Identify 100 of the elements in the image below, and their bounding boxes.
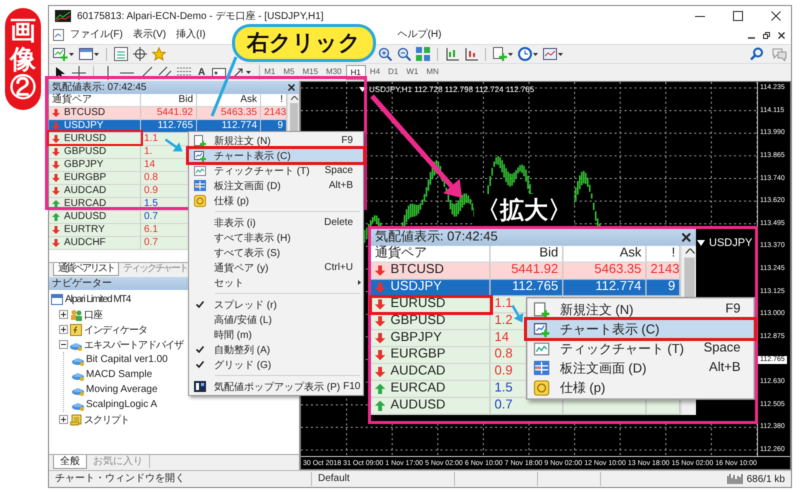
expand-icon[interactable] [59,310,68,319]
menu-item[interactable]: 表示(V) [128,27,172,43]
column-header[interactable]: Ask [563,246,647,262]
tab[interactable]: 通貨ペアリスト [53,263,119,276]
window-icon[interactable] [79,48,93,60]
zoom-label: 〈拡大〉 [474,194,574,226]
tree-item[interactable]: スクリプト [59,412,129,427]
tab[interactable]: 全般 [53,455,87,469]
tree-item[interactable]: 口座 [59,307,102,322]
scroll-icon [70,414,82,426]
chart-template-icon[interactable] [543,47,557,61]
column-header[interactable]: Bid [141,94,197,106]
close-icon[interactable] [778,32,785,38]
table-row[interactable]: USDJPY 112.765 112.774 9 [371,280,680,297]
timeframe-button[interactable]: D1 [384,65,402,80]
document-chart-icon[interactable] [53,29,65,41]
tree-item[interactable]: Bit Capital ver1.00 [72,352,168,367]
expand-icon[interactable] [59,415,68,424]
symbol-text: BTCUSD [390,262,444,278]
scroll-up-icon[interactable] [290,96,298,100]
shortcut-text: Ctrl+U [324,262,353,273]
table-grid-icon [534,360,550,376]
menu-item[interactable]: チャート表示 (C) [527,319,754,339]
caret-icon[interactable] [69,52,74,56]
tree-item[interactable]: MACD Sample [72,367,152,382]
document-plus-icon[interactable] [493,47,507,61]
column-header[interactable]: Ask [197,94,261,106]
text-tool-button[interactable]: A [196,67,208,78]
line-chart-icon [194,164,206,176]
column-header[interactable]: 通貨ペア [49,94,141,106]
zoom-in-icon[interactable] [378,47,392,61]
caret-icon[interactable] [533,52,538,56]
symbol-text: EURUSD [64,133,106,145]
menu-item[interactable]: 気配値ポップアップ表示 (P) F10 [189,379,363,394]
menu-item[interactable]: 時間 (m) [189,327,363,342]
panel-title: ナビゲーター [52,277,112,290]
timeframe-button[interactable]: M5 [279,65,298,80]
bar-chart-icon[interactable] [464,47,478,61]
panel-title: 気配値表示: 07:42:45 [374,229,498,246]
section-badge: 画像② [5,8,41,110]
symbol-text: AUDCHF [64,237,106,249]
menu-item[interactable]: ファイル(F) [65,27,128,43]
window-title: 60175813: Alpari-ECN-Demo - デモ口座 - [USDJPY,H1] [77,10,324,23]
table-cell: 5463.35 [197,107,261,119]
scroll-up-icon[interactable] [684,248,694,254]
tree-item[interactable]: Alpari Limited MT4 [51,292,130,307]
new-chart-icon[interactable] [53,47,68,61]
expand-icon[interactable] [59,325,68,334]
menu-item[interactable]: 通貨ペア (y) Ctrl+U [189,260,363,275]
menu-item[interactable]: 高値/安値 (L) [189,312,363,327]
caret-icon[interactable] [94,52,99,56]
symbol-text: AUDCAD [390,364,446,380]
table-cell: 5463.35 [563,262,647,278]
triangle-down-icon[interactable] [359,87,366,92]
timeframe-button[interactable]: W1 [402,65,422,80]
caret-icon[interactable] [508,52,513,56]
timeframe-button[interactable]: H4 [366,65,384,80]
crosshair-icon[interactable] [72,66,86,80]
crosshair-icon[interactable] [133,47,147,61]
close-icon[interactable] [682,232,691,242]
zoom-out-icon[interactable] [397,47,411,61]
menu-item[interactable]: 自動整列 (A) [189,342,363,357]
column-header[interactable]: Bid [490,246,564,262]
timeframe-button[interactable]: MN [422,65,443,80]
caret-icon[interactable] [246,71,252,74]
tree-item[interactable]: インディケータ [59,322,147,337]
menu-item[interactable]: 挿入(I) [171,27,211,43]
column-header[interactable]: 通貨ペア [371,246,491,262]
tree-item[interactable]: ScalpingLogic A [72,397,158,412]
caret-icon[interactable] [558,52,563,56]
triangle-down-icon[interactable] [697,240,705,246]
menu-item[interactable]: グリッド (G) [189,357,363,372]
table-cell: 5441.92 [490,262,564,278]
menu-item[interactable]: スプレッド (r) [189,297,363,312]
maximize-icon[interactable] [733,11,743,21]
symbol-text: EURUSD [390,296,446,312]
timeframe-button[interactable]: M15 [298,65,322,80]
collapse-icon[interactable] [59,340,68,349]
shortcut-text: F9 [341,135,353,146]
restore-icon[interactable] [763,32,770,38]
timeframe-button[interactable]: M1 [260,65,280,80]
table-row[interactable]: BTCUSD 5441.92 5463.35 2143 [371,262,680,280]
menu-item[interactable]: セット [189,275,363,290]
table-row[interactable]: AUDUSD 0.7 [371,398,680,415]
function-icon [70,324,82,336]
menu-item[interactable]: ヘルプ(H) [392,27,446,43]
tile-windows-icon[interactable] [416,47,430,61]
tree-item[interactable]: エキスパートアドバイザ [59,337,183,352]
star-icon[interactable] [152,47,166,61]
close-icon[interactable] [771,11,781,21]
tree-item[interactable]: Moving Average [72,382,158,397]
search-icon[interactable] [750,47,764,61]
timeframe-button[interactable]: M30 [322,65,346,80]
bar-chart-icon[interactable] [445,47,459,61]
list-window-icon[interactable] [114,47,128,61]
app-icon [55,10,71,22]
table-row[interactable]: BTCUSD 5441.92 5463.35 2143 [49,107,287,120]
close-icon[interactable] [288,84,295,91]
clock-icon[interactable] [518,47,532,61]
shortcut-text: Space [704,341,740,356]
